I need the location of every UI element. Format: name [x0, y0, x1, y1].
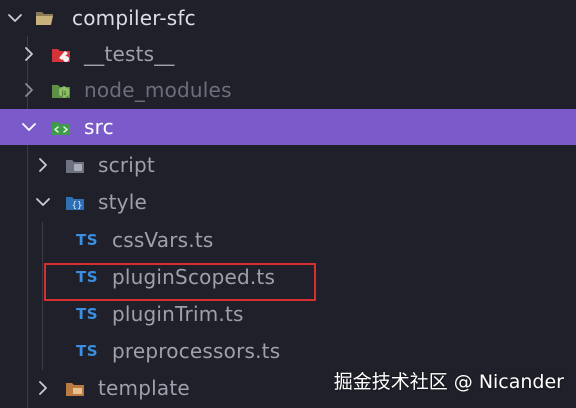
tree-item-label: cssVars.ts [112, 228, 214, 252]
file-explorer: compiler-sfc __tests__ js node_modules s… [0, 0, 576, 408]
typescript-file-icon: TS [76, 305, 99, 323]
typescript-file-icon: TS [76, 342, 99, 360]
tree-item-cssvars[interactable]: TS cssVars.ts [0, 222, 576, 258]
folder-open-icon [34, 7, 56, 29]
tree-item-label: template [98, 376, 190, 400]
chevron-right-icon[interactable] [20, 81, 38, 99]
tree-item-label: src [84, 115, 114, 139]
tree-item-node-modules[interactable]: js node_modules [0, 72, 576, 108]
tree-item-compiler-sfc[interactable]: compiler-sfc [0, 0, 576, 36]
typescript-file-icon: TS [76, 231, 99, 249]
tree-item-plugintrim[interactable]: TS pluginTrim.ts [0, 296, 576, 332]
tree-item-label: pluginTrim.ts [112, 302, 244, 326]
svg-text:{}: {} [72, 201, 83, 211]
chevron-right-icon[interactable] [34, 156, 52, 174]
chevron-down-icon[interactable] [34, 193, 52, 211]
chevron-down-icon[interactable] [20, 118, 38, 136]
chevron-down-icon[interactable] [6, 9, 24, 27]
tree-item-label: node_modules [84, 78, 232, 102]
script-folder-icon [64, 154, 86, 176]
template-folder-icon [64, 377, 86, 399]
src-folder-icon [50, 116, 72, 138]
tree-item-label: compiler-sfc [72, 6, 196, 30]
tree-item-style[interactable]: {} style [0, 184, 576, 220]
svg-text:js: js [61, 90, 67, 97]
node-folder-icon: js [50, 79, 72, 101]
chevron-right-icon[interactable] [34, 379, 52, 397]
tree-item-script[interactable]: script [0, 147, 576, 183]
style-folder-icon: {} [64, 191, 86, 213]
highlight-annotation-box [44, 263, 316, 301]
tree-item-preprocessors[interactable]: TS preprocessors.ts [0, 333, 576, 369]
tree-item-src[interactable]: src [0, 109, 576, 145]
tree-item-label: preprocessors.ts [112, 339, 281, 363]
tree-item-label: script [98, 153, 155, 177]
watermark: 掘金技术社区 @ Nicander [333, 371, 564, 393]
test-folder-icon [50, 43, 72, 65]
tree-item-label: __tests__ [84, 42, 175, 66]
tree-item-tests[interactable]: __tests__ [0, 36, 576, 72]
chevron-right-icon[interactable] [20, 45, 38, 63]
tree-item-label: style [98, 190, 147, 214]
